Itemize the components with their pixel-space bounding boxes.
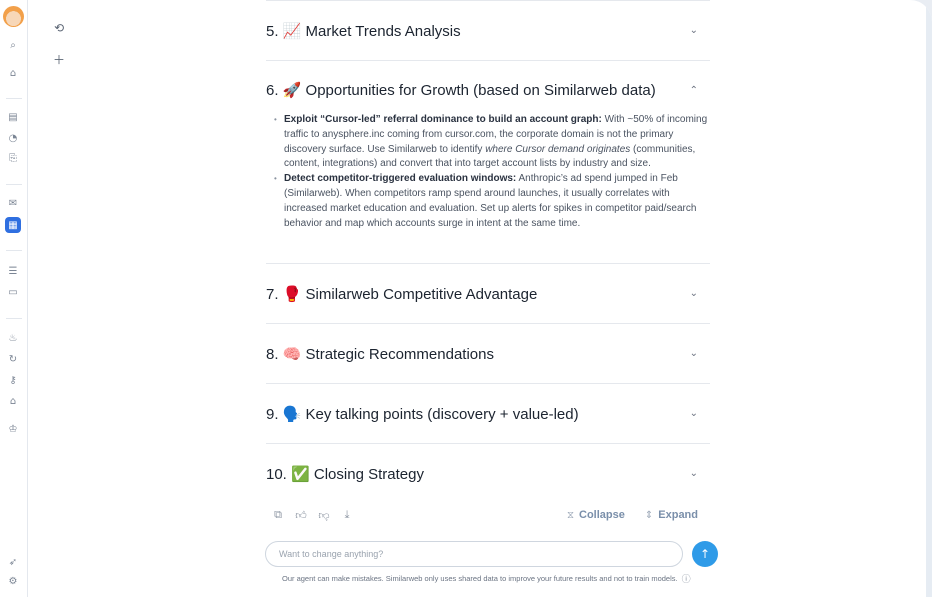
key-icon[interactable]: ⚷ bbox=[5, 372, 21, 388]
boxing-glove-emoji-icon: 🥊 bbox=[282, 285, 302, 303]
document-search-icon[interactable]: ⎘ bbox=[5, 150, 21, 166]
plus-icon[interactable]: ＋ bbox=[52, 52, 66, 67]
expand-collapse-controls: ⧖ Collapse ⇕ Expand bbox=[567, 509, 710, 521]
analytics-icon[interactable]: ◔ bbox=[5, 130, 21, 146]
section-title: 6. 🚀 Opportunities for Growth (based on … bbox=[266, 82, 656, 99]
section-title: 9. 🗣️ Key talking points (discovery + va… bbox=[266, 405, 579, 423]
expand-icon: ⇕ bbox=[644, 509, 654, 521]
section-opportunities-growth: 6. 🚀 Opportunities for Growth (based on … bbox=[266, 60, 710, 263]
section-market-trends[interactable]: 5. 📈 Market Trends Analysis ⌄ bbox=[266, 0, 710, 60]
response-actions: ⧉ 👍︎ 👎︎ ⤓ ⧖ Collapse ⇕ Expand bbox=[266, 505, 710, 525]
report-content: 5. 📈 Market Trends Analysis ⌄ 6. 🚀 Oppor… bbox=[266, 0, 710, 503]
icon-rail: ⌕ ⌂ ▤ ◔ ⎘ ✉ ▦ ☰ ▭ ♨ ↻ ⚷ ⌂ ♔ ➶ ⚙ bbox=[0, 0, 28, 597]
section-strategic-recommendations[interactable]: 8. 🧠 Strategic Recommendations ⌄ bbox=[266, 323, 710, 383]
list-item: Detect competitor-triggered evaluation w… bbox=[274, 172, 710, 231]
check-mark-emoji-icon: ✅ bbox=[291, 465, 310, 483]
fire-icon[interactable]: ♨ bbox=[5, 330, 21, 346]
feedback-icons: ⧉ 👍︎ 👎︎ ⤓ bbox=[266, 508, 353, 522]
collapse-icon: ⧖ bbox=[566, 509, 575, 521]
rail-divider bbox=[6, 250, 22, 251]
chart-emoji-icon: 📈 bbox=[282, 22, 302, 40]
collapse-button[interactable]: ⧖ Collapse bbox=[567, 509, 625, 521]
section-competitive-advantage[interactable]: 7. 🥊 Similarweb Competitive Advantage ⌄ bbox=[266, 263, 710, 323]
section-title: 10. ✅ Closing Strategy bbox=[266, 465, 424, 483]
calendar-icon[interactable]: ▦ bbox=[5, 217, 21, 233]
rail-divider bbox=[6, 98, 22, 99]
chevron-down-icon[interactable]: ⌄ bbox=[690, 468, 698, 479]
speaking-head-emoji-icon: 🗣️ bbox=[282, 405, 302, 423]
rocket-icon[interactable]: ➶ bbox=[5, 554, 21, 570]
reports-icon[interactable]: ▤ bbox=[5, 109, 21, 125]
tag-icon[interactable]: ⌂ bbox=[5, 393, 21, 409]
rail-divider bbox=[6, 184, 22, 185]
secondary-panel: ⟲ ＋ bbox=[28, 0, 228, 597]
table-icon[interactable]: ▭ bbox=[5, 284, 21, 300]
rail-divider bbox=[6, 318, 22, 319]
expand-button[interactable]: ⇕ Expand bbox=[645, 509, 698, 521]
section-title: 7. 🥊 Similarweb Competitive Advantage bbox=[266, 285, 538, 303]
chevron-up-icon[interactable]: ⌃ bbox=[690, 85, 698, 96]
arrow-up-icon: ↑ bbox=[699, 547, 711, 561]
chevron-down-icon[interactable]: ⌄ bbox=[690, 288, 698, 299]
section-header[interactable]: 6. 🚀 Opportunities for Growth (based on … bbox=[266, 79, 710, 101]
thumbs-down-icon[interactable]: 👎︎ bbox=[318, 509, 330, 522]
chevron-down-icon[interactable]: ⌄ bbox=[690, 408, 698, 419]
disclaimer: Our agent can make mistakes. Similarweb … bbox=[282, 572, 691, 585]
settings-icon[interactable]: ⚙ bbox=[5, 573, 21, 589]
chevron-down-icon[interactable]: ⌄ bbox=[690, 348, 698, 359]
brain-emoji-icon: 🧠 bbox=[282, 345, 302, 363]
search-icon[interactable]: ⌕ bbox=[5, 37, 21, 53]
section-title: 5. 📈 Market Trends Analysis bbox=[266, 22, 461, 40]
crown-icon[interactable]: ♔ bbox=[5, 421, 21, 437]
user-avatar[interactable] bbox=[3, 6, 24, 27]
section-title: 8. 🧠 Strategic Recommendations bbox=[266, 345, 494, 363]
history-icon[interactable]: ⟲ bbox=[52, 21, 66, 35]
chat-composer bbox=[265, 541, 683, 567]
disclaimer-text: Our agent can make mistakes. Similarweb … bbox=[282, 574, 678, 583]
list-icon[interactable]: ☰ bbox=[5, 263, 21, 279]
info-icon[interactable]: ⓘ bbox=[682, 572, 691, 585]
message-input[interactable] bbox=[279, 549, 659, 559]
inbox-icon[interactable]: ✉ bbox=[5, 195, 21, 211]
home-icon[interactable]: ⌂ bbox=[5, 65, 21, 81]
download-icon[interactable]: ⤓ bbox=[341, 508, 353, 521]
list-item: Exploit “Cursor-led” referral dominance … bbox=[274, 113, 710, 172]
refresh-icon[interactable]: ↻ bbox=[5, 351, 21, 367]
copy-icon[interactable]: ⧉ bbox=[272, 508, 284, 521]
bullet-list: Exploit “Cursor-led” referral dominance … bbox=[266, 113, 710, 231]
app-window: ⌕ ⌂ ▤ ◔ ⎘ ✉ ▦ ☰ ▭ ♨ ↻ ⚷ ⌂ ♔ ➶ ⚙ ⟲ ＋ 5. 📈… bbox=[0, 0, 932, 597]
rocket-emoji-icon: 🚀 bbox=[282, 82, 302, 99]
section-closing-strategy[interactable]: 10. ✅ Closing Strategy ⌄ bbox=[266, 443, 710, 503]
send-button[interactable]: ↑ bbox=[692, 541, 718, 567]
thumbs-up-icon[interactable]: 👍︎ bbox=[295, 509, 307, 522]
chevron-down-icon[interactable]: ⌄ bbox=[690, 25, 698, 36]
section-talking-points[interactable]: 9. 🗣️ Key talking points (discovery + va… bbox=[266, 383, 710, 443]
